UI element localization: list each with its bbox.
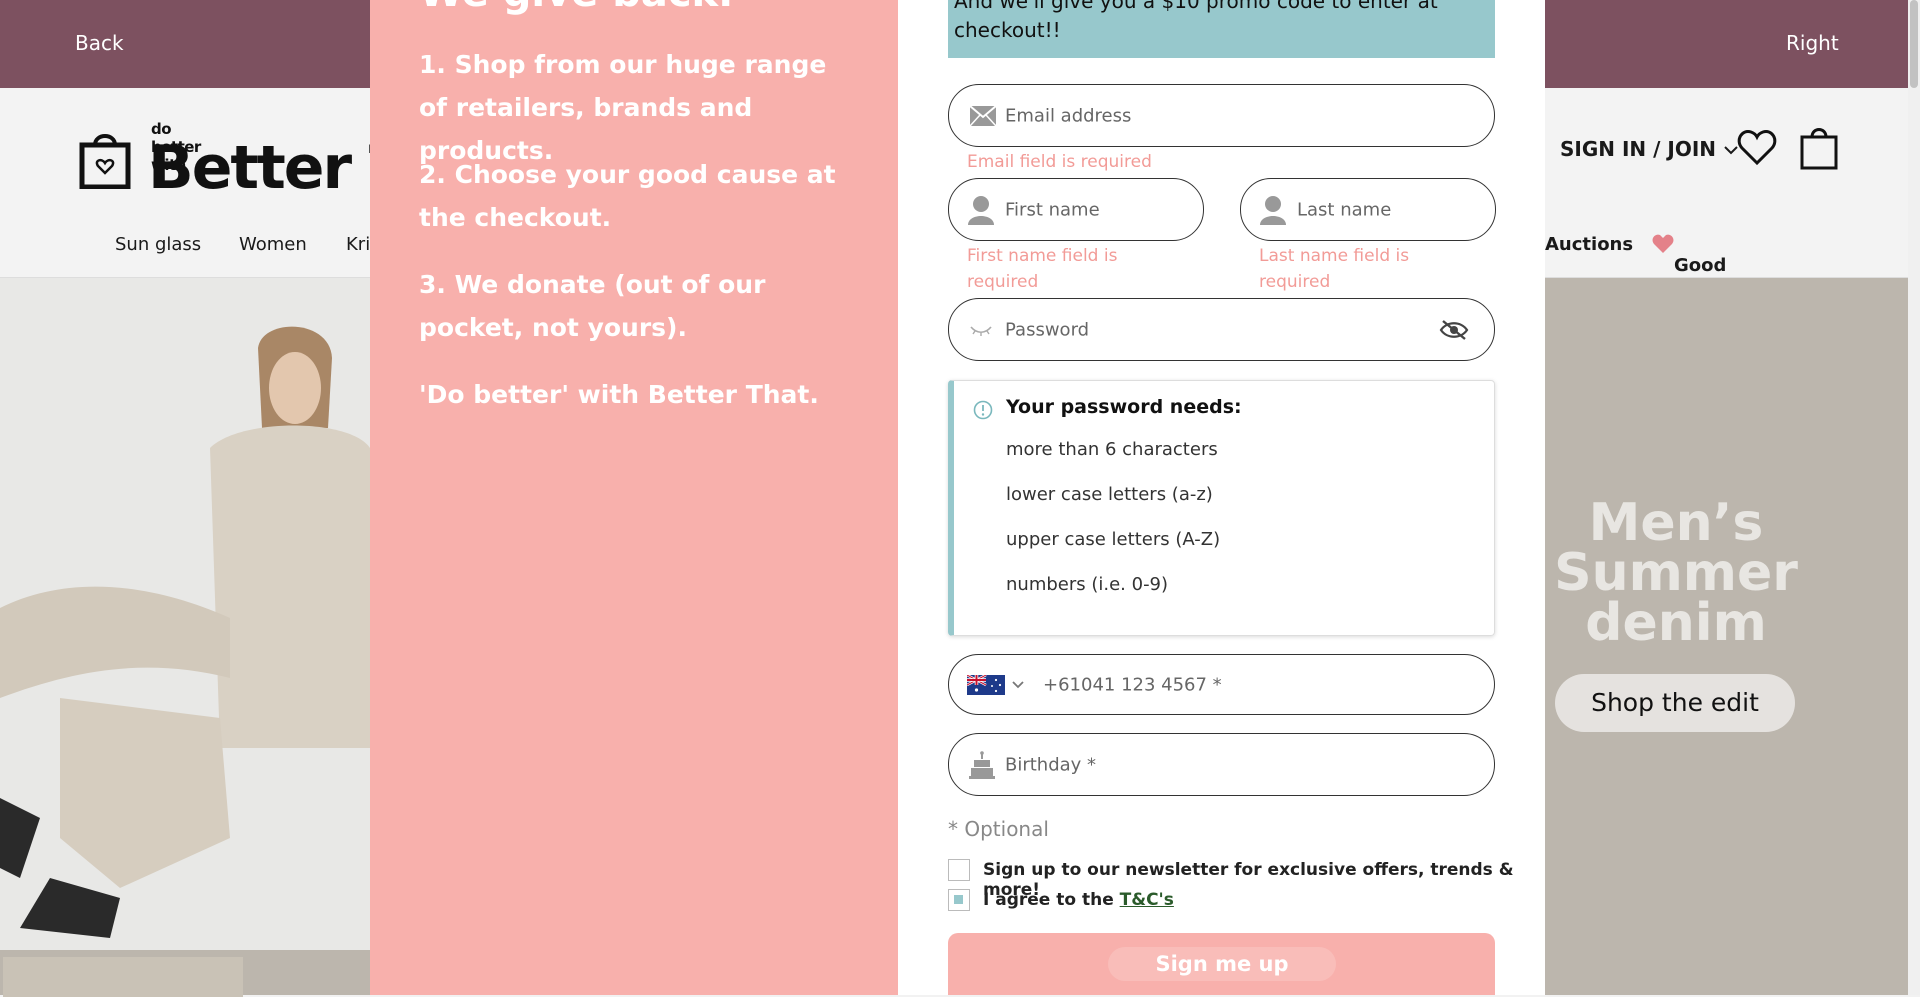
australia-flag-icon[interactable] xyxy=(967,674,1005,695)
cart-bag-icon[interactable] xyxy=(1799,124,1839,170)
modal-heading: We give back. xyxy=(419,0,733,16)
sign-in-join-button[interactable]: SIGN IN / JOIN xyxy=(1560,137,1739,161)
hero-title-line-2: Summer xyxy=(1554,543,1798,603)
step-3-text: 3. We donate (out of our pocket, not you… xyxy=(419,270,766,342)
chevron-down-icon[interactable] xyxy=(1011,680,1025,690)
password-rule: lower case letters (a-z) xyxy=(1006,484,1213,505)
password-field[interactable]: Password xyxy=(948,298,1495,361)
email-error: Email field is required xyxy=(967,152,1152,172)
nav-item-good-causes[interactable]: Good Causes xyxy=(1652,234,1746,297)
email-field[interactable]: Email address xyxy=(948,84,1495,147)
nav-item-women[interactable]: Women xyxy=(239,234,307,255)
step-2-text: 2. Choose your good cause at the checkou… xyxy=(419,160,836,232)
heart-icon xyxy=(1652,234,1674,253)
closed-eye-icon xyxy=(970,325,992,336)
info-icon xyxy=(973,400,993,420)
first-name-field[interactable]: First name xyxy=(948,178,1204,241)
terms-label-prefix: I agree to the xyxy=(983,890,1120,910)
password-requirements-title: Your password needs: xyxy=(1006,396,1242,418)
birthday-field[interactable]: Birthday * xyxy=(948,733,1495,796)
promo-text: And we'll give you a $10 promo code to e… xyxy=(954,0,1438,42)
hero-title-line-3: denim xyxy=(1585,593,1767,653)
promo-banner: And we'll give you a $10 promo code to e… xyxy=(948,0,1495,58)
first-name-error: First name field is required xyxy=(967,246,1118,292)
optional-note: * Optional xyxy=(948,817,1049,841)
birthday-cake-icon xyxy=(969,750,995,779)
right-link[interactable]: Right xyxy=(1786,31,1839,55)
terms-checkbox[interactable] xyxy=(948,889,970,911)
hero-title-line-1: Men’s xyxy=(1588,493,1764,553)
birthday-placeholder: Birthday * xyxy=(1005,754,1097,775)
signup-form-panel: And we'll give you a $10 promo code to e… xyxy=(898,0,1545,995)
nav-item-auctions[interactable]: Auctions xyxy=(1545,234,1633,255)
envelope-icon xyxy=(969,104,997,127)
password-rule: more than 6 characters xyxy=(1006,439,1218,460)
newsletter-checkbox[interactable] xyxy=(948,859,970,881)
page-scrollbar[interactable] xyxy=(1908,0,1920,995)
first-name-placeholder: First name xyxy=(1005,199,1100,220)
thumbnail-image[interactable] xyxy=(3,957,243,997)
last-name-field[interactable]: Last name xyxy=(1240,178,1496,241)
phone-placeholder: 041 123 4567 * xyxy=(1081,674,1222,695)
wishlist-heart-icon[interactable] xyxy=(1737,128,1777,166)
password-requirements-box: Your password needs: more than 6 charact… xyxy=(948,380,1495,636)
password-rule: upper case letters (A-Z) xyxy=(1006,529,1221,550)
sign-me-up-button[interactable]: Sign me up xyxy=(948,933,1495,995)
model-photo xyxy=(0,278,370,950)
back-link[interactable]: Back xyxy=(75,31,124,55)
terms-link[interactable]: T&C's xyxy=(1120,890,1174,910)
scrollbar-thumb[interactable] xyxy=(1910,0,1918,88)
hero-title: Men’s Summer denim xyxy=(1520,493,1832,653)
model-illustration xyxy=(0,278,370,950)
nav-item-sun-glass[interactable]: Sun glass xyxy=(115,234,201,255)
last-name-placeholder: Last name xyxy=(1297,199,1392,220)
password-placeholder: Password xyxy=(1005,319,1090,340)
email-placeholder: Email address xyxy=(1005,105,1132,126)
terms-label: I agree to the T&C's xyxy=(983,890,1174,910)
person-icon xyxy=(1260,195,1286,225)
nav-item-kri[interactable]: Kri xyxy=(346,234,370,255)
phone-prefix: +61 xyxy=(1043,674,1081,695)
last-name-error: Last name field is required xyxy=(1259,246,1410,292)
tagline-text: 'Do better' with Better That. xyxy=(419,380,819,409)
sign-in-label: SIGN IN / JOIN xyxy=(1560,137,1716,161)
sign-me-up-label: Sign me up xyxy=(1108,947,1336,981)
eye-slash-icon[interactable] xyxy=(1439,319,1469,341)
phone-field[interactable]: +61 041 123 4567 * xyxy=(948,654,1495,715)
person-icon xyxy=(968,195,994,225)
shop-the-edit-button[interactable]: Shop the edit xyxy=(1555,674,1795,732)
signup-modal-info-panel: We give back. 1. Shop from our huge rang… xyxy=(370,0,898,995)
password-rule: numbers (i.e. 0-9) xyxy=(1006,574,1169,595)
shopping-bag-logo-icon xyxy=(79,134,131,189)
